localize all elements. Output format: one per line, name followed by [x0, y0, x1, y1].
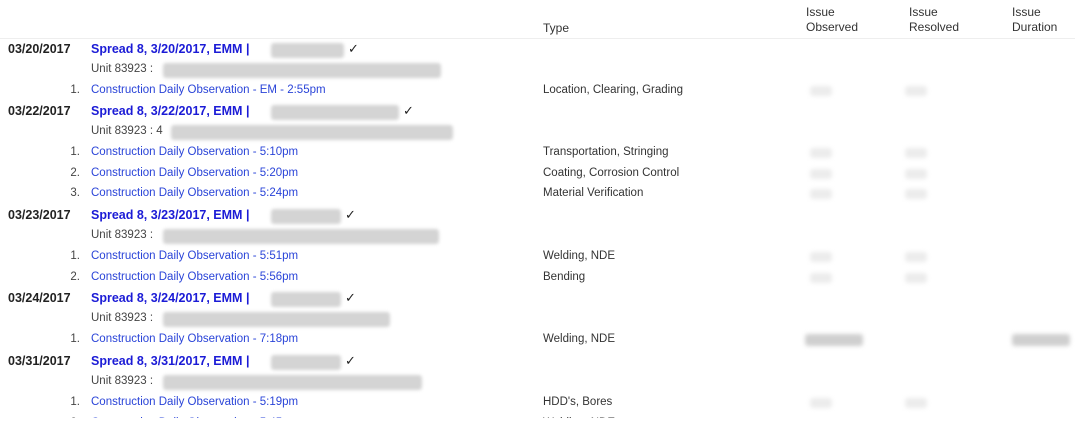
observation-type: Coating, Corrosion Control [543, 166, 680, 179]
redacted-inspector-name [271, 355, 341, 370]
observation-link[interactable]: Construction Daily Observation - 5:10pm [91, 146, 298, 158]
column-header-issue-resolved-line1: Issue [909, 5, 938, 19]
item-number: 1. [70, 250, 80, 262]
observation-type: Transportation, Stringing [543, 146, 669, 158]
unit-label: Unit 83923 : [91, 229, 154, 241]
observation-link[interactable]: Construction Daily Observation - 5:20pm [91, 167, 298, 179]
redacted-unit-detail [171, 125, 453, 140]
group-date: 03/20/2017 [8, 42, 71, 56]
redacted-inspector-name [271, 43, 344, 58]
spread-report-link[interactable]: Spread 8, 3/24/2017, EMM | [91, 291, 249, 305]
issue-observed-value [810, 272, 832, 283]
column-header-issue-observed: Issue Observed [806, 5, 858, 35]
observation-report: Type Issue Observed Issue Resolved Issue… [0, 0, 1075, 430]
column-header-issue-observed-line2: Observed [806, 20, 859, 34]
issue-observed-value [810, 398, 832, 408]
observation-type: Location, Clearing, Grading [543, 84, 683, 96]
observation-link[interactable]: Construction Daily Observation - 5:51pm [91, 250, 298, 262]
issue-observed-value [810, 86, 832, 96]
unit-label: Unit 83923 : 4 [91, 125, 163, 137]
issue-observed-value [810, 189, 832, 200]
issue-observed-value [810, 168, 832, 179]
observation-type: Welding, NDE [543, 250, 616, 262]
check-icon: ✓ [403, 103, 414, 118]
issue-resolved-value [905, 398, 927, 408]
issue-resolved-value [905, 252, 927, 262]
issue-resolved-value [905, 148, 927, 158]
issue-resolved-value [905, 189, 927, 200]
spread-report-link[interactable]: Spread 8, 3/20/2017, EMM | [91, 42, 249, 56]
item-number: 2. [70, 270, 80, 283]
item-number: 1. [70, 84, 80, 96]
redacted-inspector-name [271, 105, 399, 120]
observation-link[interactable]: Construction Daily Observation - 5:19pm [91, 396, 298, 408]
redacted-inspector-name [271, 209, 341, 224]
redacted-unit-detail [163, 229, 439, 244]
check-icon: ✓ [348, 41, 359, 56]
unit-label: Unit 83923 : [91, 63, 154, 75]
group-date: 03/24/2017 [8, 291, 71, 305]
redacted-inspector-name [271, 292, 341, 307]
item-number: 1. [70, 146, 80, 158]
observation-link[interactable]: Construction Daily Observation - 5:56pm [91, 271, 298, 283]
item-number: 1. [70, 396, 80, 408]
item-number: 3. [70, 187, 80, 200]
group-date: 03/23/2017 [8, 208, 71, 222]
check-icon: ✓ [345, 290, 356, 305]
column-header-issue-duration-line2: Duration [1012, 20, 1058, 34]
column-header-issue-resolved-line2: Resolved [909, 20, 960, 34]
issue-duration-value [1012, 334, 1070, 346]
redacted-unit-detail [163, 312, 390, 327]
unit-label: Unit 83923 : [91, 312, 154, 324]
observation-link[interactable]: Construction Daily Observation - EM - 2:… [91, 84, 326, 96]
observation-link[interactable]: Construction Daily Observation - 7:18pm [91, 333, 298, 345]
issue-resolved-value [905, 86, 927, 96]
spread-report-link[interactable]: Spread 8, 3/31/2017, EMM | [91, 354, 249, 368]
check-icon: ✓ [345, 207, 356, 222]
issue-observed-value [810, 148, 832, 158]
issue-observed-value [810, 252, 832, 262]
observation-type: HDD's, Bores [543, 396, 613, 408]
group-date: 03/31/2017 [8, 354, 71, 368]
viewport-cutoff [0, 418, 1075, 430]
observation-type: Welding, NDE [543, 333, 616, 345]
column-header-issue-duration-line1: Issue [1012, 5, 1041, 19]
item-number: 1. [70, 333, 80, 345]
observation-type: Material Verification [543, 187, 644, 200]
unit-label: Unit 83923 : [91, 375, 154, 387]
header-divider [0, 38, 1075, 39]
item-number: 2. [70, 166, 80, 179]
issue-resolved-value [905, 272, 927, 283]
redacted-unit-detail [163, 375, 422, 390]
column-header-issue-observed-line1: Issue [806, 5, 835, 19]
spread-report-link[interactable]: Spread 8, 3/22/2017, EMM | [91, 104, 249, 118]
observation-link[interactable]: Construction Daily Observation - 5:24pm [91, 187, 298, 199]
check-icon: ✓ [345, 353, 356, 368]
observation-type: Bending [543, 270, 586, 283]
spread-report-link[interactable]: Spread 8, 3/23/2017, EMM | [91, 208, 249, 222]
issue-resolved-value [905, 168, 927, 179]
redacted-unit-detail [163, 63, 441, 78]
column-header-issue-resolved: Issue Resolved [909, 5, 959, 35]
column-header-type: Type [543, 21, 570, 35]
column-header-issue-duration: Issue Duration [1012, 5, 1057, 35]
issue-observed-value [805, 334, 863, 346]
group-date: 03/22/2017 [8, 104, 71, 118]
